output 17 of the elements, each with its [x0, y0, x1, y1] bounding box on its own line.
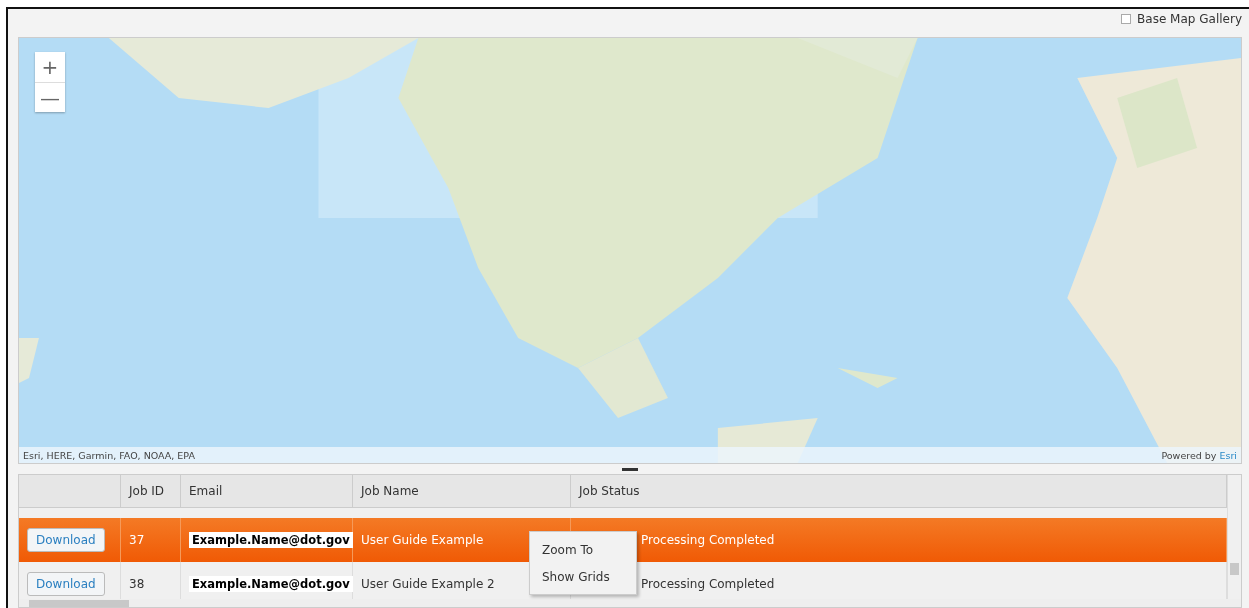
- table-cell: 37: [121, 518, 181, 562]
- download-button[interactable]: Download: [27, 572, 105, 596]
- powered-by-text: Powered by Esri: [1161, 449, 1237, 461]
- download-button[interactable]: Download: [27, 528, 105, 552]
- column-header[interactable]: Email: [181, 475, 353, 508]
- column-header[interactable]: Job Name: [353, 475, 571, 508]
- email-field[interactable]: Example.Name@dot.gov: [189, 576, 353, 592]
- attribution-text: Esri, HERE, Garmin, FAO, NOAA, EPA: [23, 449, 195, 461]
- checkbox-label: Base Map Gallery: [1137, 12, 1242, 26]
- email-field[interactable]: Example.Name@dot.gov: [189, 532, 353, 548]
- column-header[interactable]: Job ID: [121, 475, 181, 508]
- checkbox[interactable]: [1121, 14, 1132, 24]
- zoom-in-button[interactable]: +: [35, 52, 65, 82]
- splitter-handle[interactable]: [622, 468, 638, 471]
- column-header[interactable]: Job Status: [571, 475, 1227, 508]
- zoom-out-button[interactable]: —: [35, 82, 65, 112]
- esri-link[interactable]: Esri: [1219, 449, 1237, 461]
